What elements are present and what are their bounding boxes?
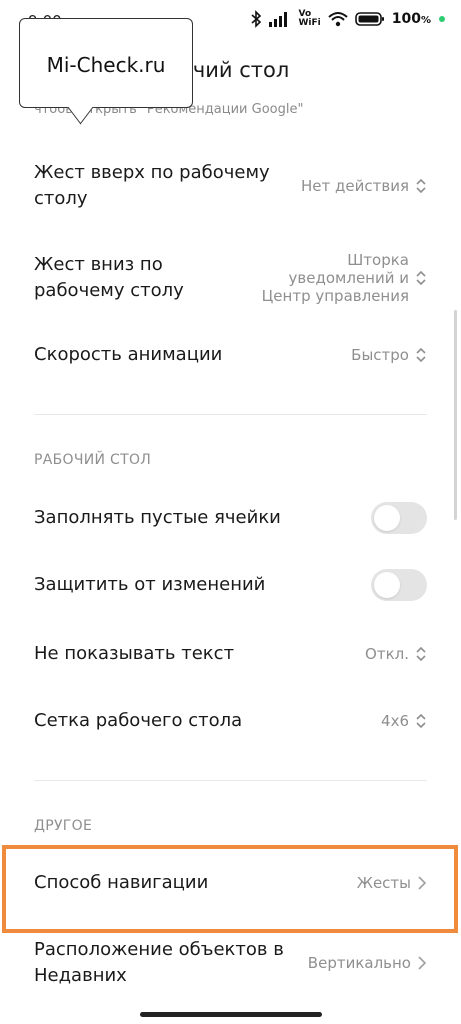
vowifi-icon: Vo WiFi (298, 10, 320, 28)
wifi-icon (328, 11, 348, 27)
setting-label: Заполнять пустые ячейки (34, 507, 281, 528)
setting-value: 4x6 (381, 712, 409, 730)
battery-percent: 100% (392, 11, 431, 27)
setting-value-group: 4x6 (381, 712, 427, 730)
setting-protect-changes[interactable]: Защитить от изменений (34, 569, 427, 601)
section-header-other: ДРУГОЕ (34, 818, 93, 834)
setting-label: Не показывать текст (34, 643, 235, 664)
home-indicator[interactable] (140, 1012, 322, 1017)
chevron-right-icon (418, 956, 427, 970)
status-icons: Vo WiFi 100% (250, 10, 445, 28)
up-down-arrows-icon (416, 178, 426, 194)
watermark-tail (67, 90, 94, 125)
setting-label: Жест вниз по рабочему столу (34, 254, 184, 301)
setting-value-group: Откл. (365, 645, 427, 663)
setting-label: Расположение объектов в Недавних (34, 939, 284, 986)
setting-label: Защитить от изменений (34, 574, 266, 595)
setting-label: Сетка рабочего стола (34, 710, 243, 731)
battery-value: 100 (391, 11, 421, 27)
setting-value-group: Вертикально (308, 954, 427, 972)
toggle-knob (374, 572, 400, 598)
section-divider (34, 780, 427, 781)
toggle-knob (374, 505, 400, 531)
scrollbar[interactable] (454, 310, 457, 520)
setting-fill-empty-cells[interactable]: Заполнять пустые ячейки (34, 502, 427, 534)
section-divider (34, 414, 427, 415)
up-down-arrows-icon (416, 347, 426, 363)
toggle-switch[interactable] (371, 569, 427, 601)
setting-value: Вертикально (307, 954, 411, 972)
setting-value-group: Нет действия (301, 177, 427, 195)
up-down-arrows-icon (416, 713, 426, 729)
setting-desktop-grid[interactable]: Сетка рабочего стола 4x6 (34, 706, 427, 736)
setting-hide-text[interactable]: Не показывать текст Откл. (34, 639, 427, 669)
setting-recents-layout[interactable]: Расположение объектов в Недавних Вертика… (34, 936, 427, 990)
setting-animation-speed[interactable]: Скорость анимации Быстро (34, 340, 427, 370)
battery-unit: % (420, 15, 431, 26)
up-down-arrows-icon (416, 646, 426, 662)
vowifi-bottom: WiFi (298, 18, 321, 28)
setting-swipe-down[interactable]: Жест вниз по рабочему столу Шторка уведо… (34, 250, 427, 306)
highlight-frame (2, 845, 458, 933)
setting-swipe-up[interactable]: Жест вверх по рабочему столу Нет действи… (34, 160, 427, 212)
signal-icon (269, 11, 291, 27)
watermark-bubble: Mi-Check.ru (19, 18, 193, 125)
toggle-switch[interactable] (371, 502, 427, 534)
setting-value: Откл. (365, 645, 409, 663)
setting-label: Жест вверх по рабочему столу (34, 162, 270, 209)
setting-value-group: Шторка уведомлений и Центр управления (259, 251, 427, 305)
bluetooth-icon (250, 10, 262, 28)
page-title: очий стол (180, 58, 290, 82)
battery-status-dot (439, 16, 445, 22)
battery-icon (354, 11, 385, 27)
up-down-arrows-icon (416, 270, 426, 286)
setting-value: Шторка уведомлений и Центр управления (261, 251, 409, 305)
setting-value: Нет действия (301, 177, 409, 195)
watermark-text: Mi-Check.ru (46, 53, 166, 77)
setting-value-group: Быстро (351, 346, 427, 364)
setting-value: Быстро (351, 346, 409, 364)
section-header-desktop: РАБОЧИЙ СТОЛ (34, 452, 152, 468)
setting-label: Скорость анимации (34, 344, 223, 365)
